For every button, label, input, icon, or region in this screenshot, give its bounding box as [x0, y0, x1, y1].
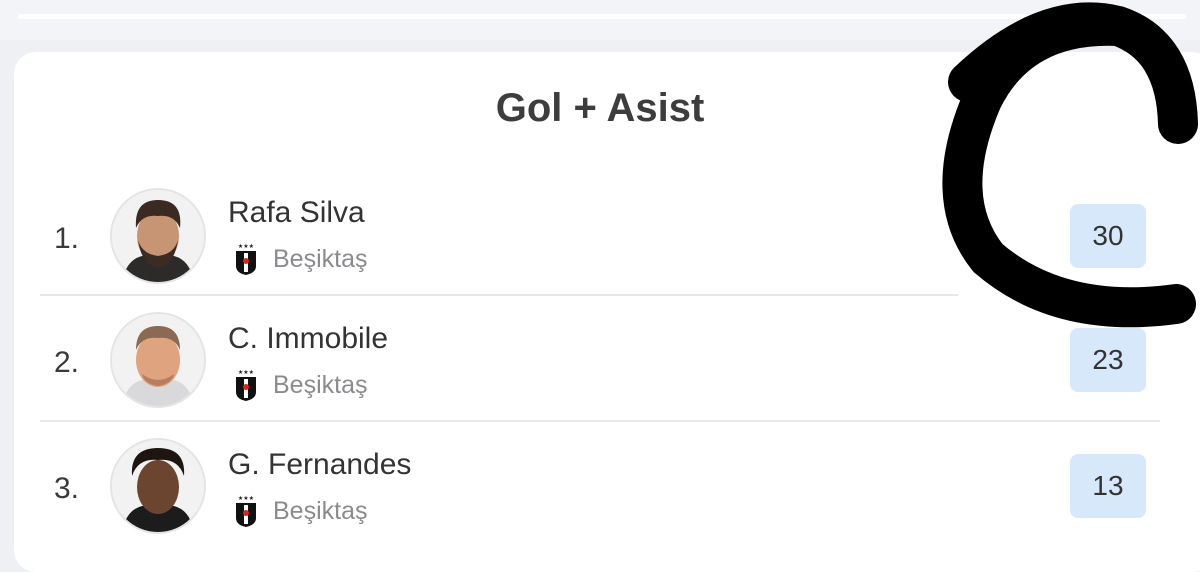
svg-text:★★★: ★★★ — [238, 243, 254, 250]
player-name[interactable]: G. Fernandes — [228, 448, 411, 482]
player-name[interactable]: C. Immobile — [228, 322, 388, 356]
besiktas-crest-icon: ★★★ — [234, 242, 258, 276]
leaderboard-title: Gol + Asist — [495, 86, 705, 130]
leaderboard-row[interactable]: 1. Rafa Silva ★★★ Beşiktaş 30 — [0, 172, 1200, 298]
leaderboard-row[interactable]: 2. C. Immobile ★★★ Beşiktaş 23 — [0, 298, 1200, 424]
goal-assist-value: 30 — [1070, 204, 1146, 268]
svg-text:★★★: ★★★ — [238, 369, 254, 376]
goal-assist-value: 13 — [1070, 454, 1146, 518]
player-name[interactable]: Rafa Silva — [228, 196, 365, 230]
team-name: Beşiktaş — [273, 497, 368, 525]
besiktas-crest-icon: ★★★ — [234, 494, 258, 528]
rank-number: 2. — [54, 346, 80, 379]
besiktas-crest-icon: ★★★ — [234, 368, 258, 402]
player-avatar — [110, 188, 206, 284]
rank-number: 1. — [54, 222, 80, 255]
svg-text:★★★: ★★★ — [238, 495, 254, 502]
leaderboard-row[interactable]: 3. G. Fernandes ★★★ Beşiktaş 13 — [0, 424, 1200, 550]
top-divider — [18, 14, 1186, 19]
team-name: Beşiktaş — [273, 245, 368, 273]
row-divider — [40, 420, 1160, 422]
player-avatar — [110, 312, 206, 408]
rank-number: 3. — [54, 472, 80, 505]
goal-assist-value: 23 — [1070, 328, 1146, 392]
top-bar — [0, 0, 1200, 40]
row-divider — [40, 294, 958, 296]
player-avatar — [110, 438, 206, 534]
team-name: Beşiktaş — [273, 371, 368, 399]
